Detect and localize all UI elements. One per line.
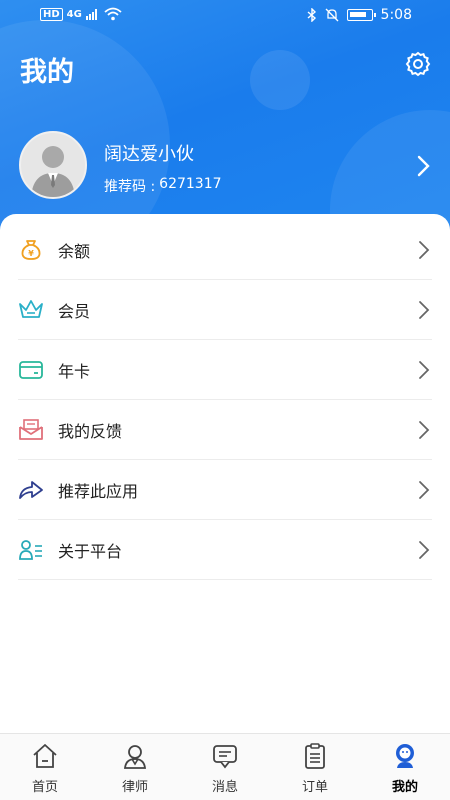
tab-home[interactable]: 首页 <box>0 734 90 800</box>
chevron-right-icon <box>419 481 430 499</box>
menu-label: 我的反馈 <box>58 422 123 441</box>
svg-text:¥: ¥ <box>28 249 34 258</box>
menu-label: 余额 <box>58 242 91 261</box>
menu-label: 年卡 <box>58 362 91 381</box>
tab-label: 律师 <box>121 780 148 795</box>
tab-orders[interactable]: 订单 <box>270 734 360 800</box>
username: 阔达爱小伙 <box>104 144 194 165</box>
share-arrow-icon <box>18 477 44 503</box>
default-user-icon <box>31 146 75 197</box>
status-bar: HD 4G 5:08 <box>0 0 450 32</box>
message-icon <box>213 745 237 769</box>
avatar[interactable] <box>19 131 87 199</box>
tab-label: 我的 <box>391 780 418 795</box>
profile-icon <box>396 744 414 768</box>
lawyer-icon <box>123 745 147 769</box>
status-right: 5:08 <box>307 7 412 23</box>
tab-lawyer[interactable]: 律师 <box>90 734 180 800</box>
menu-item-annual-card[interactable]: 年卡 <box>18 340 450 400</box>
wifi-icon <box>104 7 122 21</box>
signal-icon <box>85 9 97 20</box>
referral-code: 推荐码 : 6271317 <box>104 176 222 196</box>
referral-value: 6271317 <box>159 176 222 192</box>
status-left: HD 4G <box>40 7 122 21</box>
menu-item-membership[interactable]: 会员 <box>18 280 450 340</box>
chevron-right-icon <box>419 421 430 439</box>
tab-profile[interactable]: 我的 <box>360 734 450 800</box>
menu-item-balance[interactable]: ¥ 余额 <box>18 220 450 280</box>
menu-label: 推荐此应用 <box>58 482 139 501</box>
decor-bubble <box>250 50 310 110</box>
menu-item-feedback[interactable]: 我的反馈 <box>18 400 450 460</box>
battery-icon <box>346 9 376 21</box>
menu-label: 会员 <box>58 302 91 321</box>
network-badge: HD <box>40 7 63 21</box>
chevron-right-icon <box>419 241 430 259</box>
profile-header: HD 4G 5:08 我的 阔达爱小伙 推荐码 : 6271317 <box>0 0 450 245</box>
tab-label: 首页 <box>31 780 58 795</box>
chevron-right-icon <box>419 541 430 559</box>
gear-icon[interactable] <box>404 50 432 78</box>
menu-card: ¥ 余额 会员 年卡 我的反馈 推荐此应用 关于平台 <box>0 214 450 734</box>
tab-label: 消息 <box>211 780 238 795</box>
chevron-right-icon <box>419 361 430 379</box>
home-icon <box>33 744 57 768</box>
crown-icon <box>18 297 44 323</box>
bluetooth-icon <box>307 8 316 22</box>
clock: 5:08 <box>380 7 412 23</box>
menu-item-about[interactable]: 关于平台 <box>18 520 450 580</box>
feedback-mail-icon <box>18 417 44 443</box>
tab-messages[interactable]: 消息 <box>180 734 270 800</box>
tab-label: 订单 <box>301 780 328 795</box>
card-icon <box>18 357 44 383</box>
page-title: 我的 <box>20 57 74 88</box>
bottom-tab-bar: 首页 律师 消息 订单 我的 <box>0 733 450 800</box>
about-user-icon <box>18 537 44 563</box>
order-icon <box>305 743 325 769</box>
chevron-right-icon[interactable] <box>414 152 434 180</box>
mute-bell-icon <box>325 8 339 22</box>
chevron-right-icon <box>419 301 430 319</box>
referral-label: 推荐码 : <box>104 179 156 195</box>
menu-label: 关于平台 <box>58 542 123 561</box>
signal-gen: 4G <box>66 8 82 20</box>
menu-item-recommend-app[interactable]: 推荐此应用 <box>18 460 450 520</box>
wallet-icon: ¥ <box>18 237 44 263</box>
